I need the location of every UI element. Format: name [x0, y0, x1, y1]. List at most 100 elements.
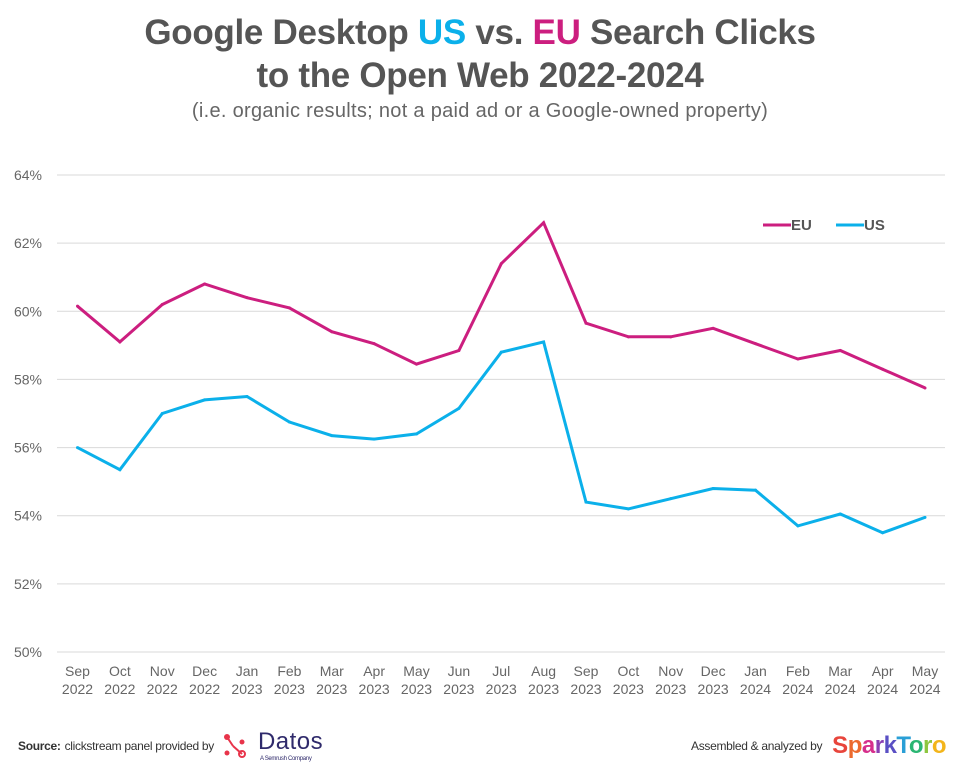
logo-letter: a — [861, 732, 875, 759]
x-tick-label-month: Jun — [448, 663, 471, 679]
data-point-eu — [754, 342, 757, 346]
series-lines — [76, 220, 927, 535]
x-tick-label-year: 2023 — [231, 681, 262, 697]
x-tick-label-month: Mar — [320, 663, 344, 679]
logo-letter: p — [847, 732, 863, 759]
x-tick-label-month: Oct — [109, 663, 131, 679]
data-point-eu — [838, 348, 842, 352]
data-point-us — [330, 434, 334, 438]
legend-label-us: US — [864, 217, 885, 234]
x-tick-label-year: 2022 — [104, 681, 135, 697]
data-point-eu — [881, 367, 885, 371]
logo-letter: o — [908, 732, 924, 759]
data-point-eu — [457, 348, 461, 352]
x-tick-label-year: 2023 — [528, 681, 559, 697]
x-tick-label-year: 2023 — [698, 681, 729, 697]
data-point-us — [923, 515, 927, 519]
x-tick-label-year: 2022 — [147, 681, 178, 697]
data-point-eu — [499, 262, 503, 266]
data-point-eu — [923, 386, 927, 390]
y-tick-label: 58% — [14, 371, 42, 387]
data-point-eu — [711, 326, 715, 330]
x-tick-label-month: May — [403, 663, 429, 679]
data-point-us — [754, 488, 757, 492]
gridlines — [57, 174, 945, 653]
datos-name: Datos — [257, 728, 324, 755]
data-point-us — [287, 420, 291, 424]
sparktoro-logo: SparkToro — [832, 732, 946, 760]
x-axis-ticks: Sep 2022 Oct 2022 Nov 2022 Dec 2022 Jan 2023 Feb 20… — [62, 663, 941, 697]
x-tick-label-year: 2023 — [316, 681, 347, 697]
source-credit: Source: clickstream panel provided by Da… — [18, 730, 323, 763]
x-tick-label-month: Jan — [744, 663, 767, 679]
data-point-eu — [626, 335, 630, 339]
x-tick-label-year: 2024 — [909, 681, 940, 697]
data-point-eu — [415, 362, 418, 366]
series-line-eu — [76, 220, 926, 390]
x-tick-label-month: Nov — [150, 663, 175, 679]
x-tick-label-year: 2023 — [359, 681, 390, 697]
logo-letter: o — [931, 732, 947, 759]
data-point-eu — [330, 330, 334, 334]
datos-tagline: A Semrush Company — [259, 756, 312, 762]
assembled-text: Assembled & analyzed by — [690, 739, 823, 753]
x-tick-label-year: 2023 — [570, 681, 601, 697]
x-tick-label-year: 2024 — [825, 681, 856, 697]
data-point-us — [415, 432, 418, 436]
data-point-eu — [584, 321, 588, 325]
x-tick-label-month: Nov — [658, 663, 683, 679]
logo-letter: T — [896, 732, 909, 759]
x-tick-label-month: Dec — [701, 663, 726, 679]
line-chart: 50% 52% 54% 56% 58% 60% 62% 64% Sep 2022 Oct 2022 N… — [14, 167, 945, 697]
data-point-eu — [76, 304, 79, 308]
y-tick-label: 62% — [14, 235, 42, 251]
x-tick-label-month: Apr — [363, 663, 385, 679]
x-tick-label-year: 2023 — [401, 681, 432, 697]
data-point-us — [542, 340, 546, 344]
x-tick-label-month: May — [912, 663, 938, 679]
legend: EU US — [763, 217, 885, 234]
x-tick-label-year: 2024 — [740, 681, 771, 697]
data-point-eu — [203, 282, 207, 286]
assembled-credit: Assembled & analyzed by SparkToro — [690, 732, 947, 760]
data-point-eu — [542, 221, 546, 225]
datos-nodes-icon — [223, 734, 246, 758]
source-text: clickstream panel provided by — [64, 739, 215, 753]
data-point-us — [669, 497, 673, 501]
data-point-us — [245, 394, 249, 398]
x-tick-label-month: Mar — [828, 663, 852, 679]
x-tick-label-month: Apr — [872, 663, 894, 679]
x-tick-label-month: Jul — [492, 663, 510, 679]
data-point-eu — [796, 357, 800, 361]
source-label: Source: — [18, 739, 61, 753]
data-point-us — [584, 500, 588, 504]
x-tick-label-year: 2022 — [62, 681, 93, 697]
data-point-us — [76, 446, 79, 450]
x-tick-label-year: 2023 — [443, 681, 474, 697]
x-tick-label-month: Jan — [236, 663, 259, 679]
data-point-eu — [118, 340, 122, 344]
y-tick-label: 50% — [14, 644, 42, 660]
datos-logo: Datos A Semrush Company — [222, 730, 323, 762]
x-tick-label-year: 2024 — [782, 681, 813, 697]
data-point-us — [499, 350, 503, 354]
x-tick-label-year: 2023 — [486, 681, 517, 697]
y-axis-ticks: 50% 52% 54% 56% 58% 60% 62% 64% — [14, 167, 42, 660]
data-point-us — [626, 507, 630, 511]
data-point-eu — [372, 342, 376, 346]
x-tick-label-year: 2022 — [189, 681, 220, 697]
x-tick-label-month: Sep — [574, 663, 599, 679]
x-tick-label-month: Feb — [786, 663, 810, 679]
data-point-eu — [160, 302, 164, 306]
x-tick-label-month: Feb — [277, 663, 301, 679]
data-point-us — [372, 437, 376, 441]
legend-label-eu: EU — [791, 217, 812, 234]
logo-letter: r — [922, 732, 932, 759]
x-tick-label-month: Sep — [65, 663, 90, 679]
x-tick-label-year: 2023 — [274, 681, 305, 697]
data-point-us — [838, 512, 842, 516]
data-point-eu — [245, 296, 249, 300]
y-tick-label: 56% — [14, 440, 42, 456]
data-point-us — [711, 486, 715, 490]
y-tick-label: 64% — [14, 167, 42, 183]
